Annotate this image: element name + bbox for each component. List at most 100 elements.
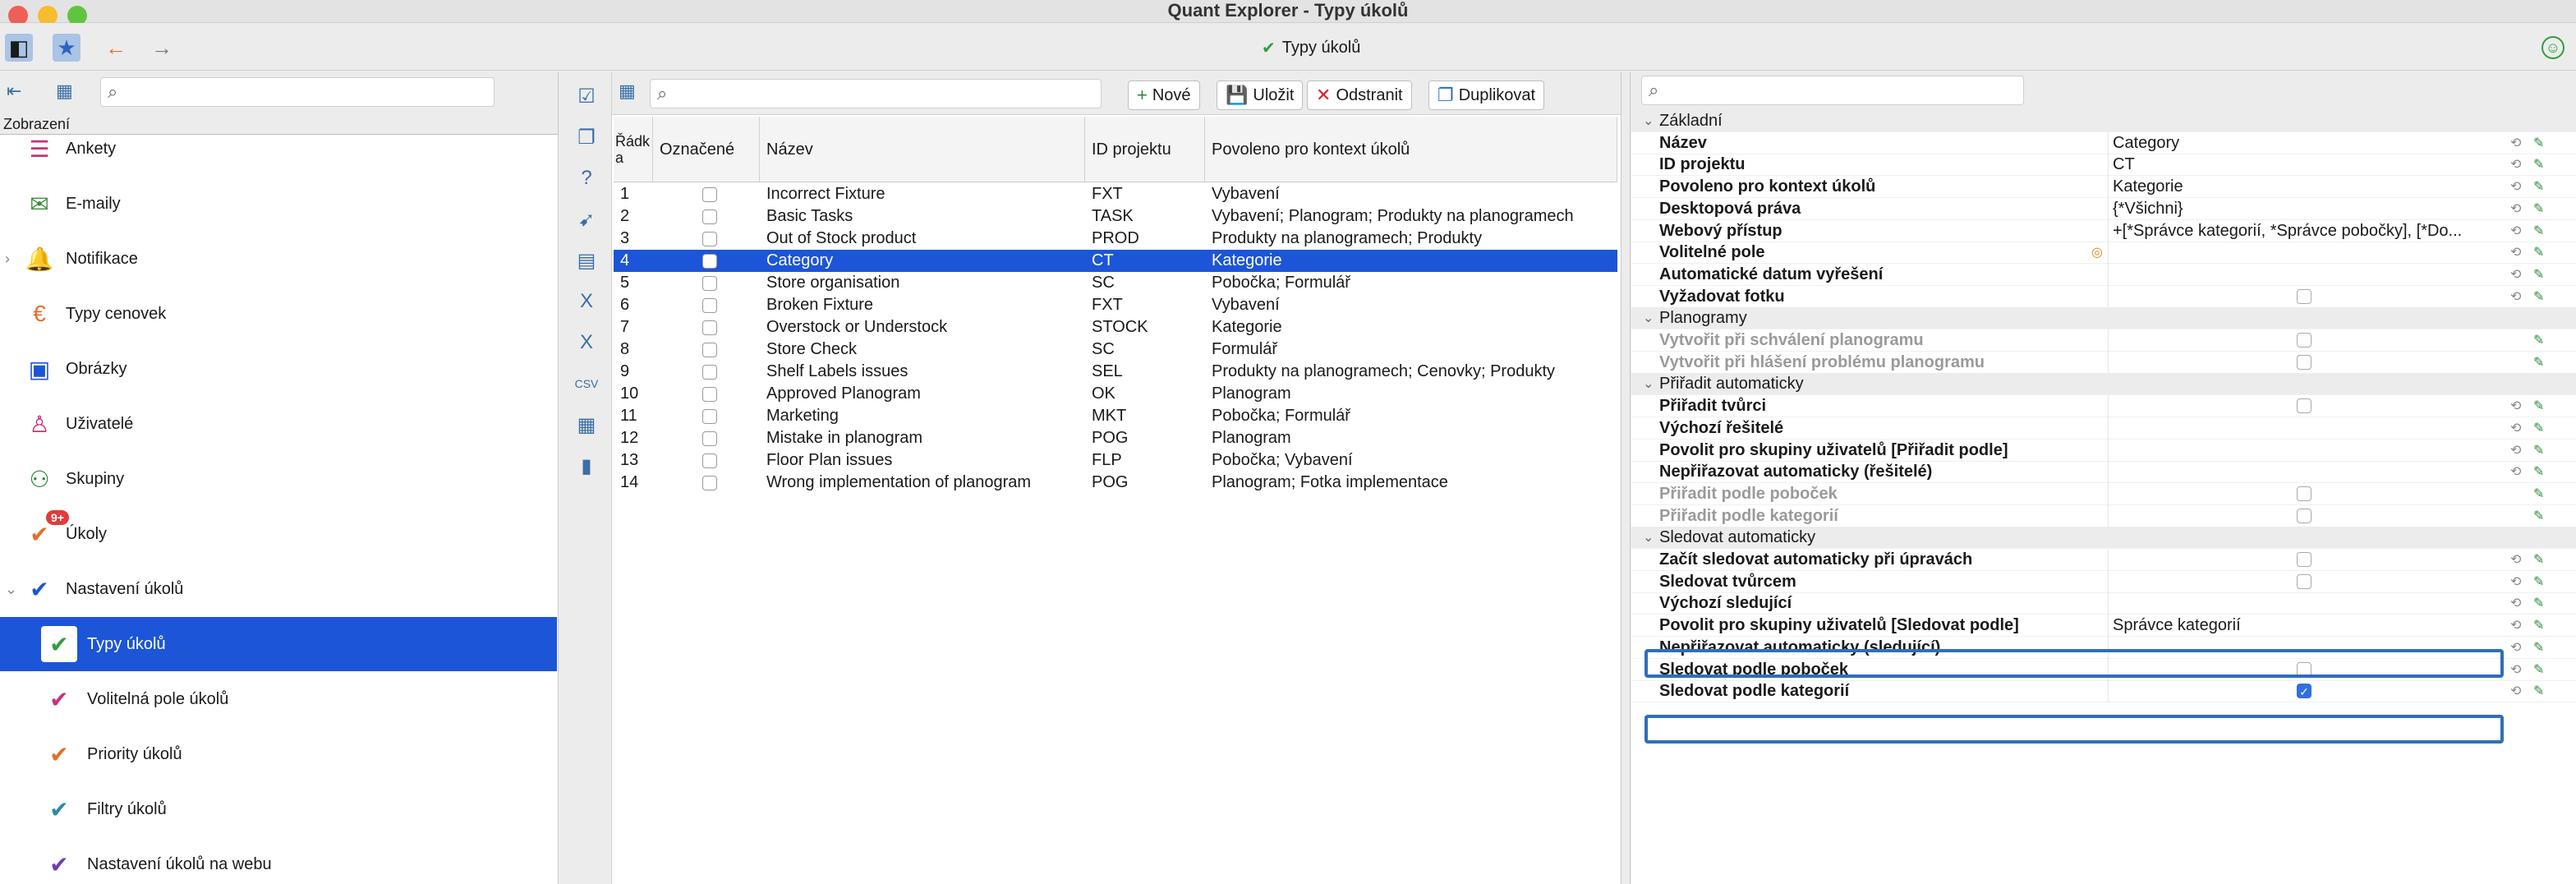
property-row[interactable]: Volitelné pole ◎ ⟲ ✎ bbox=[1631, 242, 2576, 265]
property-row[interactable]: Desktopová práva {*Všichni} ⟲ ✎ bbox=[1631, 197, 2576, 220]
edit-icon[interactable]: ✎ bbox=[2533, 288, 2544, 305]
property-row[interactable]: Automatické datum vyřešení ⟲ ✎ bbox=[1631, 263, 2576, 286]
property-row[interactable]: Název Category ⟲ ✎ bbox=[1631, 131, 2576, 154]
sidebar-item[interactable]: ♙ Uživatelé bbox=[0, 397, 557, 451]
chevron-right-icon[interactable]: › bbox=[5, 251, 10, 268]
edit-icon[interactable]: ✎ bbox=[2533, 420, 2544, 436]
sidebar-item[interactable]: › 🔔 Notifikace bbox=[0, 232, 557, 286]
property-section[interactable]: ⌄ Sledovat automaticky bbox=[1631, 527, 2576, 550]
property-row[interactable]: Vytvořit při hlášení problému planogramu… bbox=[1631, 351, 2576, 374]
marked-checkbox[interactable] bbox=[702, 209, 717, 224]
documents-button[interactable]: ▤ bbox=[573, 246, 600, 274]
marked-checkbox[interactable] bbox=[702, 254, 717, 269]
sidebar-item[interactable]: ✔ Volitelná pole úkolů bbox=[0, 672, 557, 726]
marked-checkbox[interactable] bbox=[702, 476, 717, 490]
grid-layout-button[interactable]: ▦ bbox=[619, 81, 636, 102]
edit-icon[interactable]: ✎ bbox=[2533, 398, 2544, 414]
table-row[interactable]: 5 Store organisation SC Pobočka; Formulář bbox=[614, 272, 1617, 294]
property-row[interactable]: ID projektu CT ⟲ ✎ bbox=[1631, 154, 2576, 177]
import-excel-button[interactable]: X bbox=[573, 329, 600, 357]
reset-icon[interactable]: ⟲ bbox=[2510, 398, 2521, 414]
table-row[interactable]: 13 Floor Plan issues FLP Pobočka; Vybavení bbox=[614, 449, 1617, 472]
reset-icon[interactable]: ⟲ bbox=[2510, 463, 2521, 480]
delete-button[interactable]: ✕ Odstranit bbox=[1307, 81, 1412, 110]
marked-checkbox[interactable] bbox=[702, 320, 717, 335]
table-row[interactable]: 1 Incorrect Fixture FXT Vybavení bbox=[614, 183, 1617, 205]
property-section[interactable]: ⌄ Planogramy bbox=[1631, 307, 2576, 330]
table-row[interactable]: 9 Shelf Labels issues SEL Produkty na plano… bbox=[614, 361, 1617, 383]
sidebar-search-input[interactable]: ⌕ bbox=[100, 77, 494, 107]
property-value[interactable]: Kategorie bbox=[2113, 176, 2507, 198]
sidebar-item[interactable]: ✔ 9+ Úkoly bbox=[0, 507, 557, 561]
copy-button[interactable]: ❐ bbox=[573, 123, 600, 151]
help-button[interactable]: ? bbox=[573, 164, 600, 192]
edit-icon[interactable]: ✎ bbox=[2533, 661, 2544, 678]
chevron-down-icon[interactable]: ⌄ bbox=[5, 581, 17, 598]
property-row[interactable]: Vyžadovat fotku ⟲ ✎ bbox=[1631, 285, 2576, 308]
reset-icon[interactable]: ⟲ bbox=[2510, 420, 2521, 436]
chevron-down-icon[interactable]: ⌄ bbox=[1643, 307, 1654, 329]
edit-icon[interactable]: ✎ bbox=[2533, 156, 2544, 173]
table-row[interactable]: 11 Marketing MKT Pobočka; Formulář bbox=[614, 405, 1617, 427]
grid-search-input[interactable]: ⌕ bbox=[650, 79, 1102, 108]
property-value[interactable]: CT bbox=[2113, 154, 2507, 176]
property-value[interactable]: Správce kategorií bbox=[2113, 615, 2507, 637]
property-section[interactable]: ⌄ Přiřadit automaticky bbox=[1631, 373, 2576, 396]
property-checkbox[interactable] bbox=[2297, 573, 2312, 589]
edit-icon[interactable]: ✎ bbox=[2533, 463, 2544, 480]
property-row[interactable]: Vytvořit při schválení planogramu ✎ bbox=[1631, 329, 2576, 352]
edit-icon[interactable]: ✎ bbox=[2533, 135, 2544, 151]
property-row[interactable]: Přiřadit podle poboček ✎ bbox=[1631, 482, 2576, 505]
property-value[interactable] bbox=[2113, 592, 2507, 615]
sidebar-item[interactable]: ⚇ Skupiny bbox=[0, 452, 557, 506]
marked-checkbox[interactable] bbox=[702, 454, 717, 468]
reset-icon[interactable]: ⟲ bbox=[2510, 288, 2521, 305]
sidebar-item[interactable]: ▣ Obrázky bbox=[0, 342, 557, 396]
back-button[interactable]: ← bbox=[102, 34, 130, 62]
property-checkbox[interactable] bbox=[2297, 486, 2312, 501]
marked-checkbox[interactable] bbox=[702, 387, 717, 402]
sidebar-item[interactable]: ✔ Priority úkolů bbox=[0, 727, 557, 781]
reset-icon[interactable]: ⟲ bbox=[2510, 661, 2521, 678]
property-value[interactable] bbox=[2113, 264, 2507, 286]
marked-checkbox[interactable] bbox=[702, 276, 717, 291]
chevron-down-icon[interactable]: ⌄ bbox=[1643, 373, 1654, 395]
export-excel-button[interactable]: X bbox=[573, 288, 600, 315]
reset-icon[interactable]: ⟲ bbox=[2510, 595, 2521, 611]
property-value[interactable] bbox=[2113, 461, 2507, 483]
property-row[interactable]: Přiřadit podle kategorií ✎ bbox=[1631, 504, 2576, 527]
edit-icon[interactable]: ✎ bbox=[2533, 266, 2544, 283]
property-row[interactable]: Povolit pro skupiny uživatelů [Sledovat … bbox=[1631, 615, 2576, 638]
edit-icon[interactable]: ✎ bbox=[2533, 486, 2544, 502]
properties-search-input[interactable]: ⌕ bbox=[1641, 76, 2024, 105]
property-value[interactable] bbox=[2113, 440, 2507, 462]
check-list-button[interactable]: ☑ bbox=[573, 82, 600, 110]
edit-icon[interactable]: ✎ bbox=[2533, 617, 2544, 633]
sidebar-item[interactable]: ✉ E-maily bbox=[0, 177, 557, 231]
property-section[interactable]: ⌄ Základní bbox=[1631, 110, 2576, 132]
edit-icon[interactable]: ✎ bbox=[2533, 508, 2544, 524]
property-row[interactable]: Webový přístup +[*Správce kategorií, *Spr… bbox=[1631, 219, 2576, 242]
apply-button[interactable]: ➹ bbox=[573, 205, 600, 233]
reset-icon[interactable]: ⟲ bbox=[2510, 200, 2521, 217]
property-row[interactable]: Přiřadit tvůrci ⟲ ✎ bbox=[1631, 395, 2576, 418]
edit-icon[interactable]: ✎ bbox=[2533, 683, 2544, 699]
save-button[interactable]: 💾 Uložit bbox=[1217, 81, 1304, 110]
property-checkbox[interactable] bbox=[2297, 398, 2312, 414]
reset-icon[interactable]: ⟲ bbox=[2510, 442, 2521, 458]
edit-icon[interactable]: ✎ bbox=[2533, 354, 2544, 371]
edit-icon[interactable]: ✎ bbox=[2533, 442, 2544, 458]
property-value[interactable]: {*Všichni} bbox=[2113, 198, 2507, 220]
marked-checkbox[interactable] bbox=[702, 409, 717, 424]
reset-icon[interactable]: ⟲ bbox=[2510, 135, 2521, 151]
table-row[interactable]: 10 Approved Planogram OK Planogram bbox=[614, 383, 1617, 405]
property-checkbox[interactable] bbox=[2297, 354, 2312, 370]
marked-checkbox[interactable] bbox=[702, 298, 717, 313]
duplicate-button[interactable]: ❐ Duplikovat bbox=[1428, 81, 1545, 110]
table-row[interactable]: 14 Wrong implementation of planogram POG Pl… bbox=[614, 472, 1617, 494]
edit-icon[interactable]: ✎ bbox=[2533, 639, 2544, 656]
table-row[interactable]: 6 Broken Fixture FXT Vybavení bbox=[614, 294, 1617, 316]
sidebar-item[interactable]: ✔ Typy úkolů bbox=[0, 617, 557, 671]
feedback-smiley-button[interactable]: ☺ bbox=[2542, 36, 2564, 59]
property-value[interactable] bbox=[2113, 242, 2507, 264]
